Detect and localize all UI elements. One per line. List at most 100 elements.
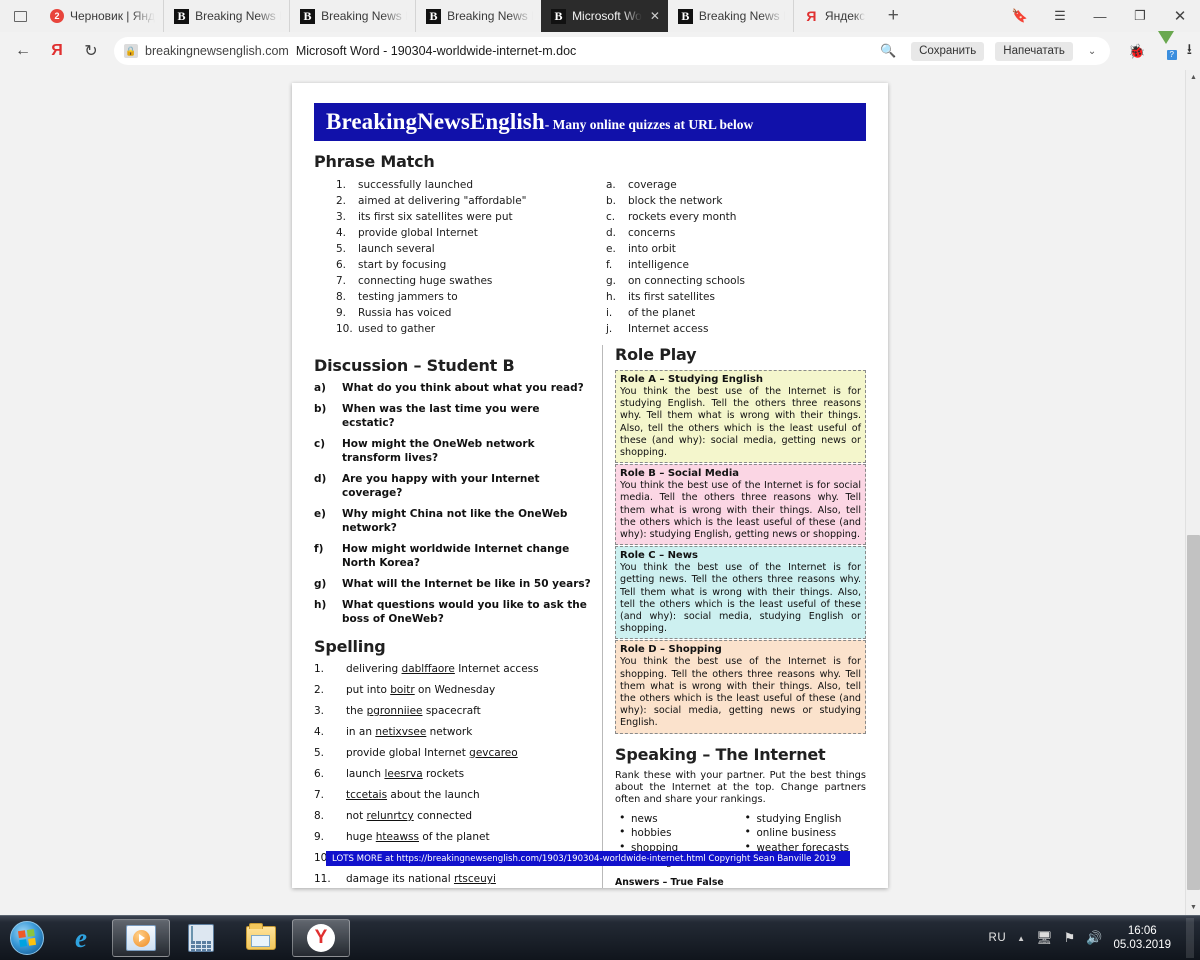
list-item: 4. in an netixvsee network xyxy=(314,725,592,739)
speaking-intro: Rank these with your partner. Put the be… xyxy=(615,769,866,806)
tab-breaking-news-3[interactable]: B Breaking News E xyxy=(415,0,541,32)
scrambled-word: dablffaore xyxy=(401,663,455,675)
taskbar-item-calculator[interactable] xyxy=(172,919,230,957)
item-marker: 1. xyxy=(336,179,347,191)
chevron-down-icon[interactable]: ⌄ xyxy=(1080,46,1104,57)
item-marker: c) xyxy=(314,438,326,450)
item-text: Russia has voiced xyxy=(358,307,452,319)
item-prefix: provide global Internet xyxy=(346,747,470,759)
extension-icons: 🐞 ? ⭳ xyxy=(1118,30,1192,64)
discussion-heading: Discussion – Student B xyxy=(314,356,515,375)
role-body: You think the best use of the Internet i… xyxy=(620,480,861,541)
item-text: start by focusing xyxy=(358,259,447,271)
scroll-down-arrow-icon[interactable]: ▼ xyxy=(1186,900,1200,915)
tab-breaking-news-4[interactable]: B Breaking News E xyxy=(668,0,793,32)
item-text: launch several xyxy=(358,243,435,255)
tab-close-icon[interactable]: ✕ xyxy=(650,9,660,23)
item-text: How might the OneWeb network transform l… xyxy=(342,438,535,464)
list-item: 7. connecting huge swathes xyxy=(326,273,596,289)
item-text: provide global Internet xyxy=(358,227,478,239)
clock[interactable]: 16:06 05.03.2019 xyxy=(1113,924,1171,952)
item-text: aimed at delivering "affordable" xyxy=(358,195,527,207)
print-button[interactable]: Напечатать xyxy=(995,41,1073,61)
start-button[interactable] xyxy=(4,919,50,957)
menu-hamburger-icon[interactable]: ☰ xyxy=(1040,0,1080,32)
list-item: e) Why might China not like the OneWeb ne… xyxy=(314,507,592,535)
item-text: in an netixvsee network xyxy=(346,725,592,739)
windows-orb-icon xyxy=(10,921,44,955)
volume-icon[interactable]: 🔊 xyxy=(1086,930,1102,946)
minimize-button[interactable]: — xyxy=(1080,0,1120,32)
bookmarks-icon[interactable]: 🔖 xyxy=(1000,0,1040,32)
reload-button[interactable]: ↻ xyxy=(76,36,106,66)
network-icon[interactable]: 🖥 xyxy=(1036,930,1053,946)
lock-icon: 🔒 xyxy=(124,44,138,58)
show-desktop-button[interactable] xyxy=(1186,918,1194,958)
show-hidden-icons-icon[interactable]: ▲ xyxy=(1017,934,1025,943)
item-text: testing jammers to xyxy=(358,291,458,303)
restore-button[interactable]: ❐ xyxy=(1120,0,1160,32)
yandex-home-button[interactable]: Я xyxy=(42,36,72,66)
item-marker: f. xyxy=(606,259,613,271)
item-marker: 2. xyxy=(314,684,325,696)
item-text: Are you happy with your Internet coverag… xyxy=(342,473,540,499)
item-text: its first satellites xyxy=(628,291,715,303)
role-title: Role D – Shopping xyxy=(620,644,722,656)
scroll-up-arrow-icon[interactable]: ▲ xyxy=(1186,70,1200,85)
list-item: a. coverage xyxy=(596,177,866,193)
address-bar[interactable]: 🔒 breakingnewsenglish.com Microsoft Word… xyxy=(114,37,1111,65)
banner-title: BreakingNewsEnglish xyxy=(326,109,545,134)
taskbar-item-media-player[interactable] xyxy=(112,919,170,957)
item-marker: 4. xyxy=(314,726,325,738)
taskbar-item-internet-explorer[interactable]: e xyxy=(52,919,110,957)
tab-list-icon[interactable] xyxy=(0,0,40,32)
windows-taskbar: e Y RU ▲ 🖥 ⚑ 🔊 16:06 05.03.2019 xyxy=(0,915,1200,960)
footer-lots-more: LOTS MORE at https://breakingnewsenglish… xyxy=(332,853,706,864)
item-marker: e) xyxy=(314,508,326,520)
tab-yandex[interactable]: Я Яндекс xyxy=(792,0,873,32)
item-text: not relunrtcy connected xyxy=(346,809,592,823)
role-card-c: Role C – News You think the best use of … xyxy=(615,546,866,640)
role-card-d: Role D – Shopping You think the best use… xyxy=(615,640,866,734)
tab-chernovik[interactable]: 2 Черновик | Янд xyxy=(40,0,163,32)
taskbar-item-file-explorer[interactable] xyxy=(232,919,290,957)
list-item: c) How might the OneWeb network transform… xyxy=(314,437,592,465)
bug-icon[interactable]: 🐞 xyxy=(1128,43,1145,60)
item-marker: h. xyxy=(606,291,616,303)
magnifier-minus-icon[interactable]: 🔍 xyxy=(880,43,900,59)
system-tray: RU ▲ 🖥 ⚑ 🔊 16:06 05.03.2019 xyxy=(989,918,1200,958)
url-page-title: Microsoft Word - 190304-worldwide-intern… xyxy=(295,44,577,58)
save-button[interactable]: Сохранить xyxy=(911,41,985,61)
tab-breaking-news-1[interactable]: B Breaking News E xyxy=(163,0,289,32)
green-download-helper-icon[interactable]: ? xyxy=(1157,30,1177,60)
page-scrollbar[interactable]: ▲ ▼ xyxy=(1185,70,1200,915)
back-button[interactable]: ← xyxy=(8,36,38,66)
scrambled-word: rtsceuyi xyxy=(453,873,496,885)
taskbar-item-yandex-browser[interactable]: Y xyxy=(292,919,350,957)
close-button[interactable]: ✕ xyxy=(1160,0,1200,32)
item-text: delivering dablffaore Internet access xyxy=(346,662,592,676)
language-indicator[interactable]: RU xyxy=(989,932,1007,944)
item-marker: 7. xyxy=(336,275,347,287)
new-tab-button[interactable]: + xyxy=(873,0,913,32)
list-item: c. rockets every month xyxy=(596,209,866,225)
download-icon[interactable]: ⭳ xyxy=(1187,39,1192,64)
breakingnews-b-icon: B xyxy=(300,8,316,24)
tab-microsoft-word-active[interactable]: B Microsoft Wo ✕ xyxy=(541,0,668,32)
item-suffix: connected xyxy=(413,810,473,822)
yandex-browser-icon: Y xyxy=(307,924,335,952)
role-body: You think the best use of the Internet i… xyxy=(620,656,861,729)
item-text: connecting huge swathes xyxy=(358,275,493,287)
list-item: 3. its first six satellites were put xyxy=(326,209,596,225)
list-item: g) What will the Internet be like in 50 y… xyxy=(314,577,592,591)
breakingnews-b-icon: B xyxy=(551,8,567,24)
item-marker: d) xyxy=(314,473,327,485)
list-item: 3. the pgronniiee spacecraft xyxy=(314,704,592,718)
tab-breaking-news-2[interactable]: B Breaking News E xyxy=(289,0,415,32)
scrambled-word: pgronniiee xyxy=(366,705,423,717)
item-text: How might worldwide Internet change Nort… xyxy=(342,543,570,569)
flag-icon[interactable]: ⚑ xyxy=(1064,930,1076,946)
phrase-match-right-column: a. coverage b. block the network c. rockets… xyxy=(596,177,866,337)
item-marker: 6. xyxy=(336,259,347,271)
scrollbar-thumb[interactable] xyxy=(1187,535,1200,890)
